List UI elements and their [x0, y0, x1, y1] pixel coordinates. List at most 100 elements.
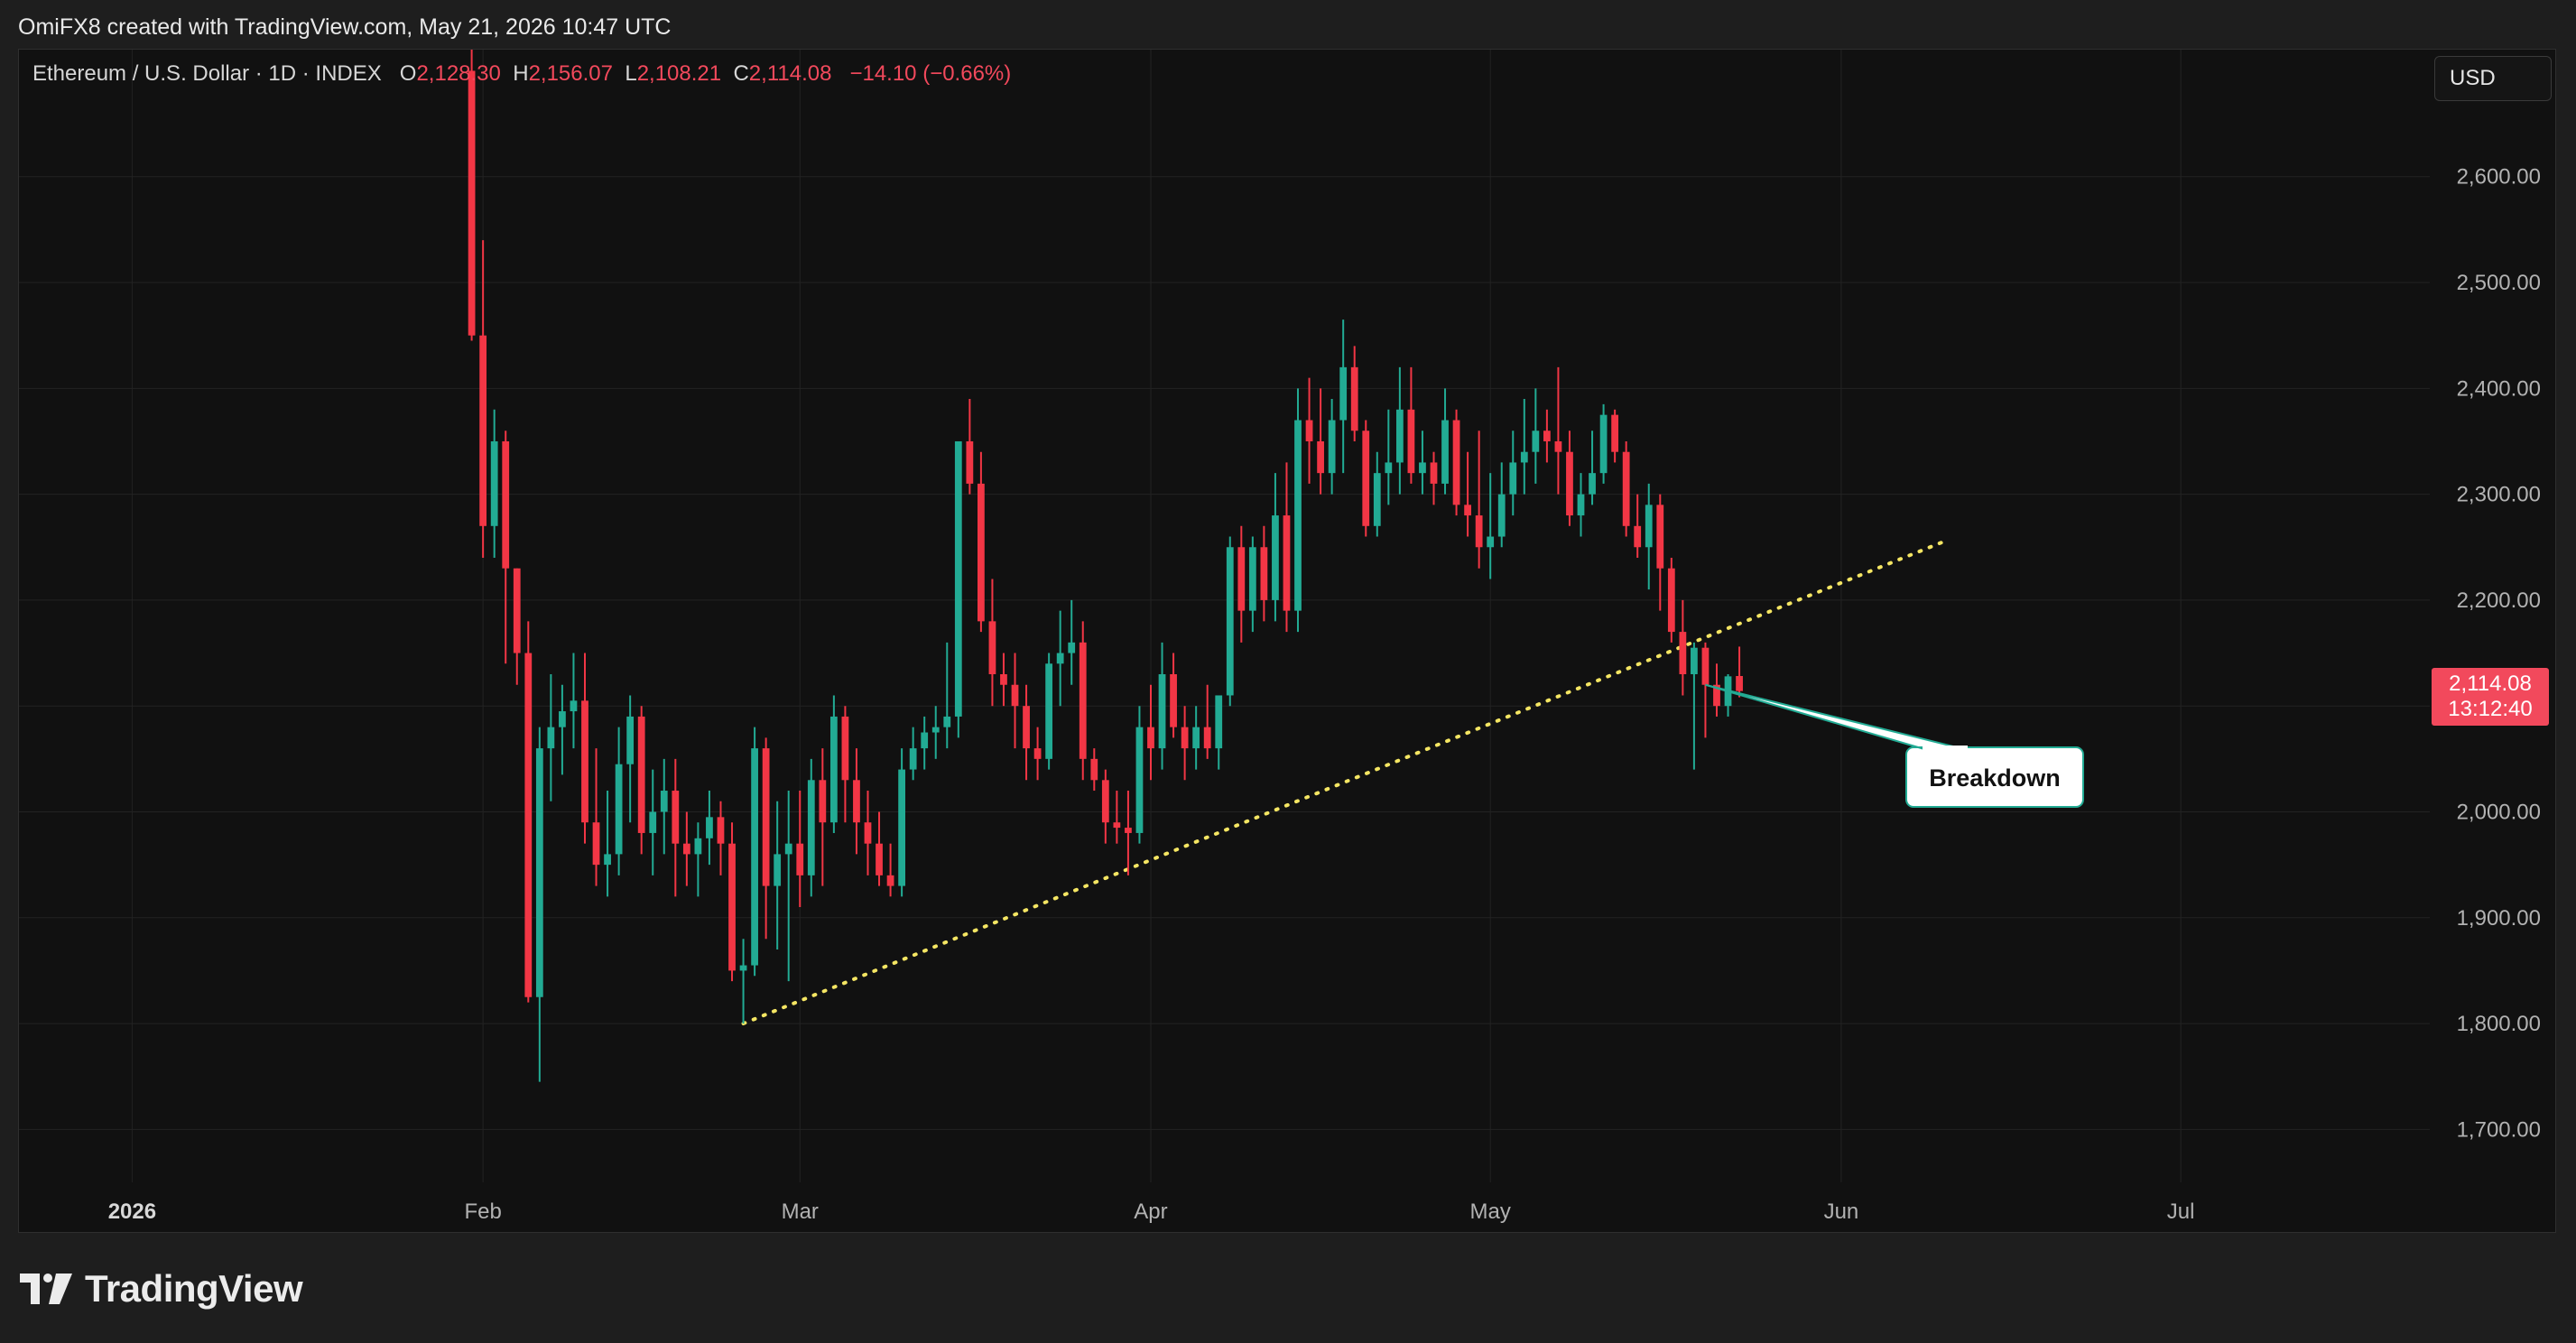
brand-name: TradingView [85, 1267, 303, 1310]
candle [853, 748, 860, 855]
low-label: L [625, 61, 637, 86]
candle [682, 811, 690, 886]
candle [1577, 473, 1585, 537]
candle-body [1566, 451, 1573, 516]
candle [1656, 494, 1664, 611]
candle [931, 706, 940, 759]
candle [479, 240, 487, 558]
symbol-legend[interactable]: Ethereum / U.S. Dollar · 1D · INDEX O2,1… [32, 61, 1011, 87]
candles [468, 50, 1743, 1082]
candle [1215, 695, 1223, 770]
currency-button[interactable]: USD [2434, 56, 2552, 101]
candle-body [1679, 632, 1687, 675]
candle-body [1192, 727, 1200, 749]
candle [1237, 525, 1246, 643]
candle-body [1611, 414, 1619, 452]
candle [1226, 536, 1234, 707]
candle-body [762, 748, 770, 886]
candle [1317, 388, 1324, 495]
candle [886, 843, 894, 897]
candle-body [943, 716, 951, 727]
candle-body [479, 335, 487, 526]
candle-body [819, 780, 827, 823]
candle-body [864, 822, 872, 844]
candle-body [954, 440, 962, 717]
candle [1634, 494, 1642, 558]
candle [637, 706, 645, 855]
y-tick-label: 1,700.00 [2457, 1117, 2541, 1142]
candle-body [615, 764, 623, 855]
candle-body [1226, 547, 1234, 696]
candle [1373, 451, 1381, 537]
candle [1611, 409, 1619, 463]
candle-body [1215, 695, 1223, 749]
candle-body [1068, 642, 1076, 653]
candle [513, 568, 521, 685]
candle [978, 451, 985, 633]
candle [1475, 431, 1483, 569]
candle-body [1407, 409, 1415, 474]
candle [1045, 653, 1053, 770]
candle-body [739, 965, 747, 971]
candle [1667, 557, 1675, 643]
candle [1000, 653, 1007, 707]
tradingview-brand[interactable]: TradingView [20, 1267, 303, 1311]
candle-body [1056, 653, 1064, 664]
candle-body [559, 711, 566, 727]
candle-body [717, 817, 725, 844]
candle-body [1362, 431, 1370, 526]
candle-body [876, 843, 883, 875]
candle-body [1554, 440, 1562, 452]
candle-body [1350, 366, 1358, 431]
candle [1328, 399, 1336, 495]
candle [1248, 536, 1256, 633]
last-price-value: 2,114.08 [2449, 672, 2532, 696]
candle [1599, 403, 1608, 484]
candle-body [1090, 758, 1098, 781]
candle [921, 716, 929, 770]
candle-body [1373, 473, 1381, 526]
candle-body [672, 791, 680, 844]
candle-body [1317, 440, 1324, 474]
candle [807, 758, 815, 897]
callout-joint [1923, 746, 1968, 753]
x-tick-label: Mar [782, 1199, 819, 1224]
candle [1294, 388, 1302, 633]
candle-body [1135, 727, 1144, 833]
candle-body [706, 817, 713, 838]
price-chart[interactable]: 1,700.001,800.001,900.002,000.002,100.00… [0, 0, 2576, 1343]
candle-body [1656, 505, 1664, 569]
candle-body [1113, 822, 1121, 829]
candle [524, 621, 533, 1003]
candle [502, 431, 510, 664]
candle [841, 706, 849, 823]
close-value: 2,114.08 [748, 61, 832, 86]
callout-layer: Breakdown [1705, 683, 2084, 808]
candle [1724, 674, 1732, 717]
candle [898, 748, 905, 897]
candle-body [694, 838, 702, 855]
candle-body [1101, 780, 1109, 823]
candle-body [592, 822, 600, 866]
last-price-tag: 2,114.08 13:12:40 [2432, 668, 2549, 726]
candle-body [1283, 515, 1291, 611]
candle-body [1045, 663, 1053, 759]
candle [1170, 653, 1177, 738]
candle [1101, 769, 1109, 844]
candle-body [1645, 505, 1653, 548]
candle [1497, 462, 1506, 548]
candle [694, 822, 702, 897]
candle-body [490, 440, 498, 526]
candle-body [886, 875, 894, 886]
candle [1566, 431, 1573, 526]
candle [1181, 706, 1189, 781]
candle-body [774, 854, 782, 886]
x-tick-label: Apr [1134, 1199, 1167, 1224]
candle [1272, 473, 1279, 622]
candle [966, 399, 974, 495]
y-tick-label: 1,800.00 [2457, 1012, 2541, 1036]
candle [1452, 409, 1460, 516]
high-label: H [513, 61, 529, 86]
candle-body [1000, 674, 1007, 685]
candle [819, 748, 827, 886]
